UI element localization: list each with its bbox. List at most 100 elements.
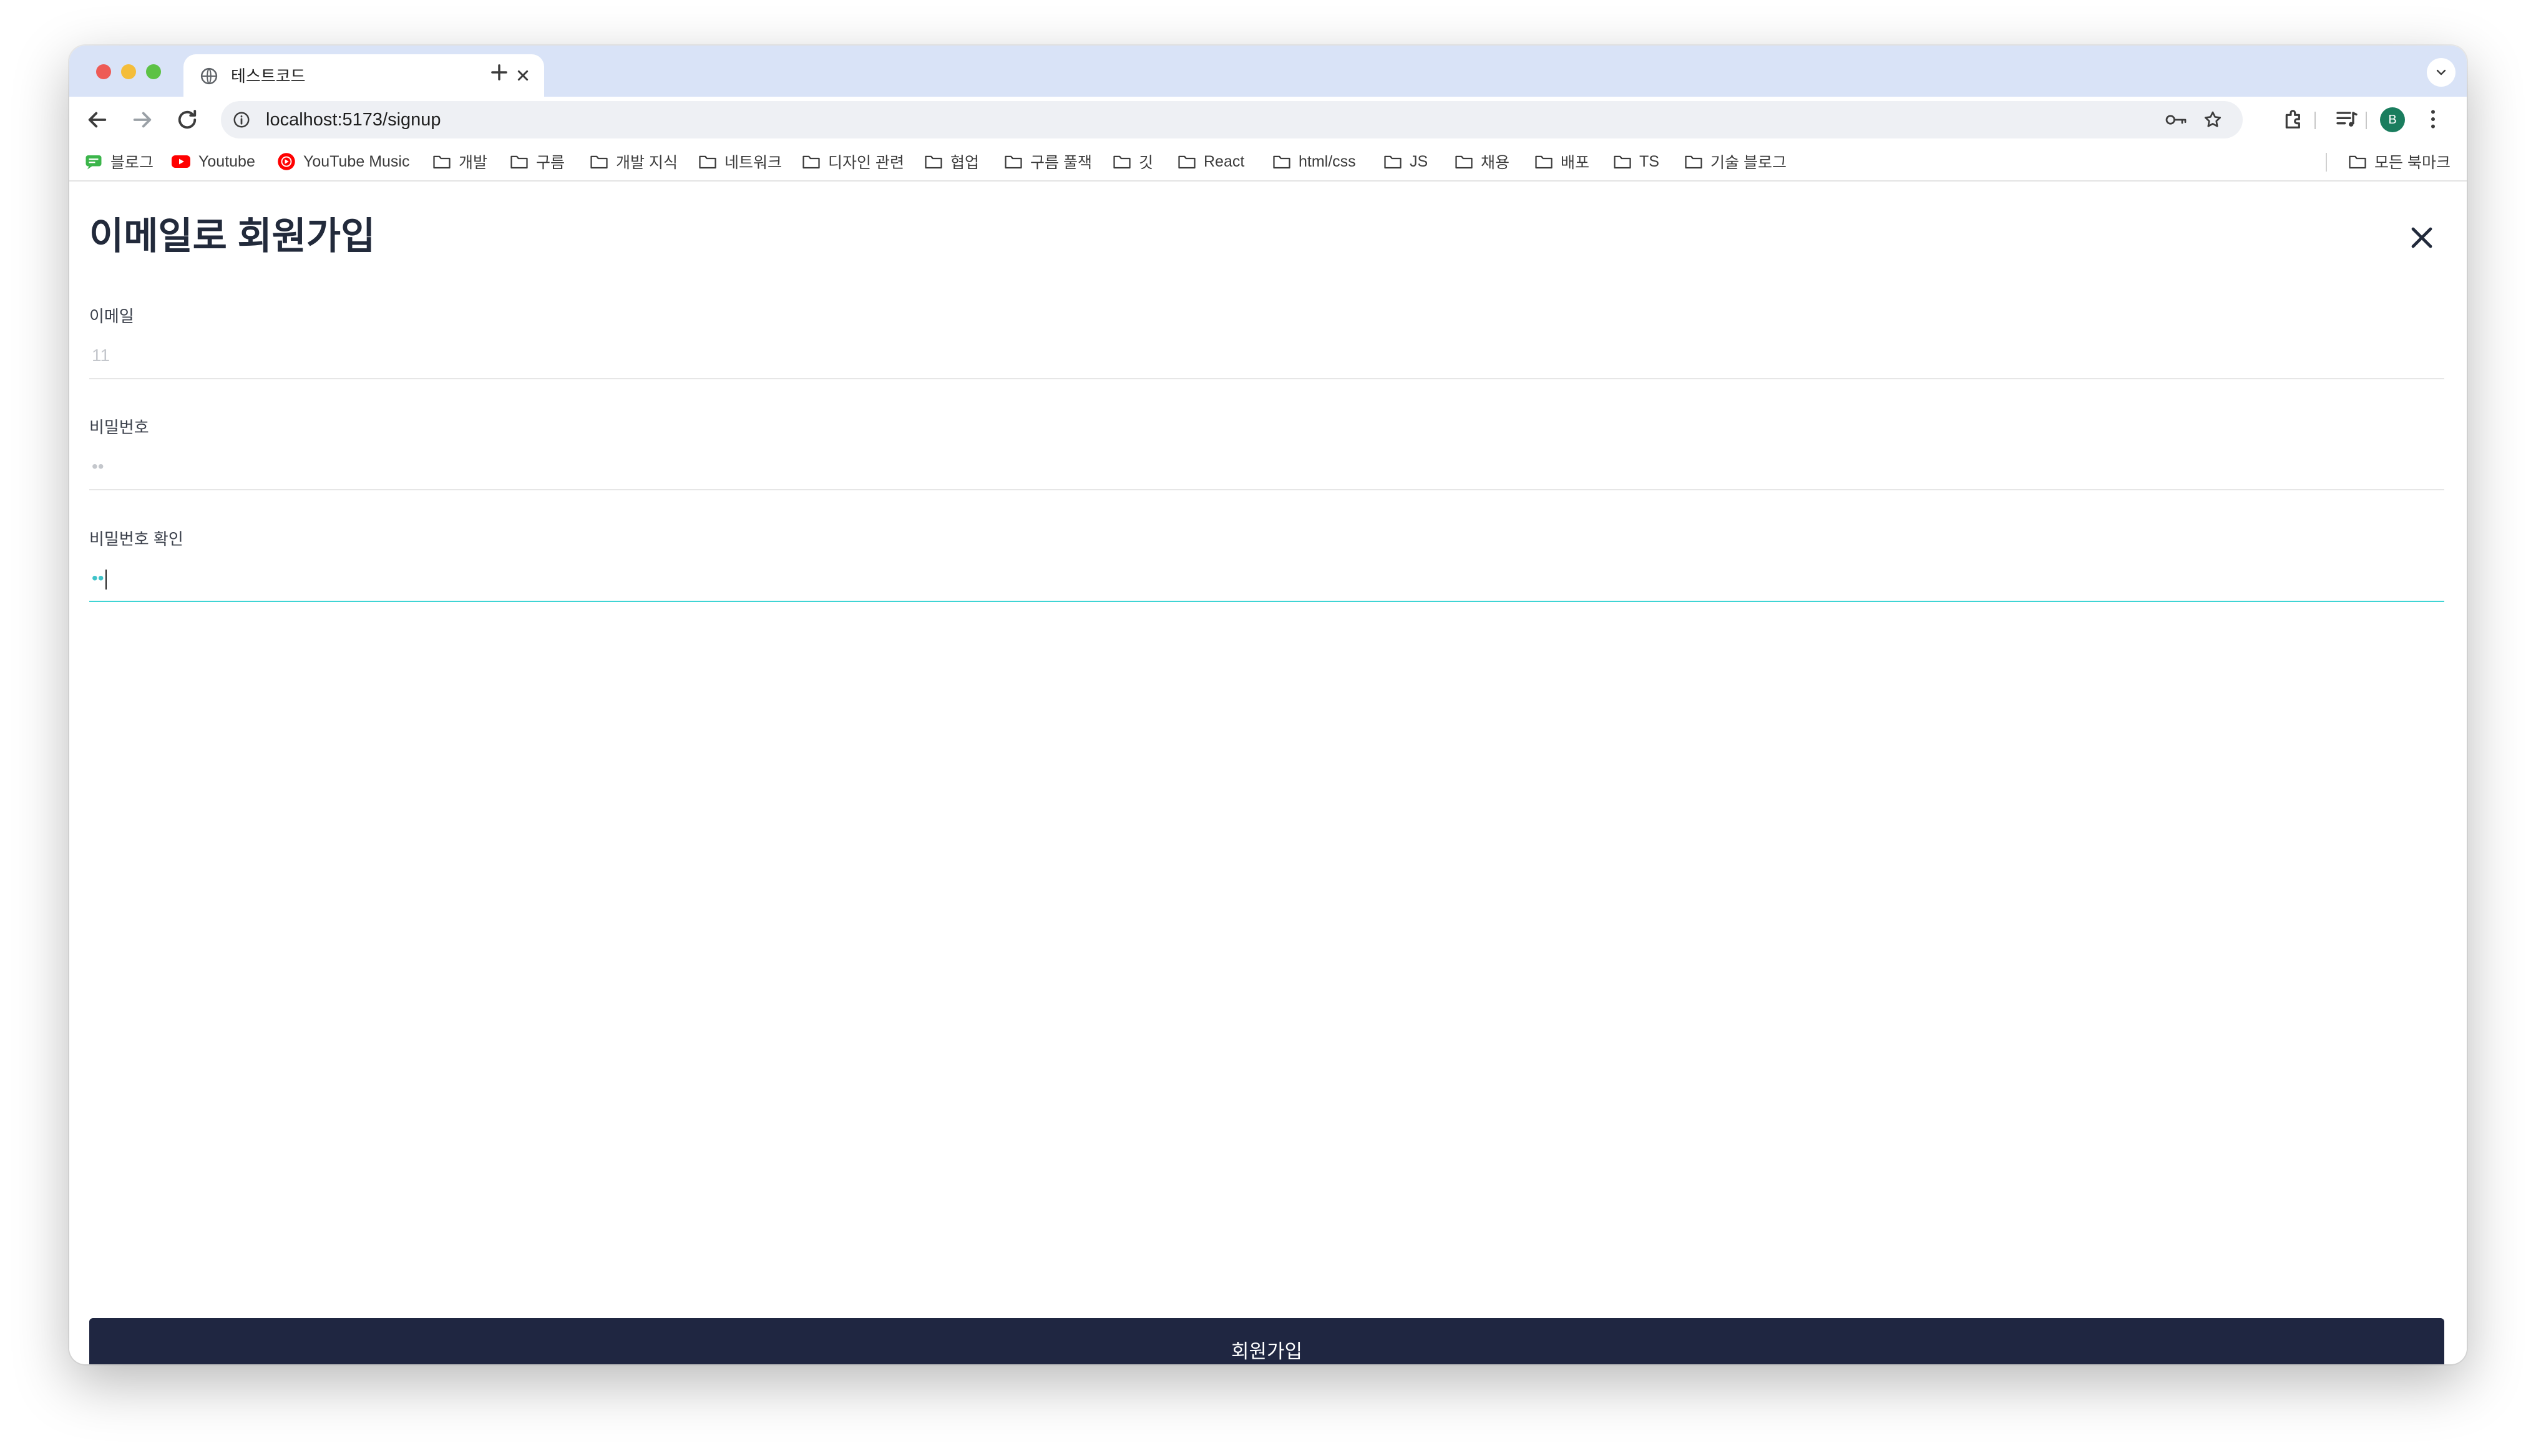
- tab-strip: 테스트코드: [69, 46, 2467, 97]
- password-confirm-value: ••: [92, 568, 104, 588]
- bookmark-folder[interactable]: JS: [1383, 152, 1428, 172]
- youtube-music-icon: [278, 153, 295, 170]
- signup-button[interactable]: 회원가입: [89, 1318, 2444, 1364]
- signup-page: 이메일로 회원가입 이메일 11 비밀번호 •• 비밀번호 확인 •• 회원가입: [69, 182, 2467, 1364]
- folder-icon: [1384, 155, 1402, 169]
- bookmark-item[interactable]: Youtube: [171, 152, 255, 172]
- close-icon[interactable]: [2407, 223, 2437, 253]
- bookmark-label: 협업: [950, 154, 980, 172]
- password-input[interactable]: ••: [92, 456, 104, 477]
- toolbar-divider: [2314, 112, 2316, 129]
- close-window-button[interactable]: [96, 64, 111, 79]
- folder-icon: [925, 155, 942, 169]
- all-bookmarks-label: 모든 북마크: [2374, 154, 2451, 172]
- url-text: localhost:5173/signup: [266, 110, 441, 130]
- browser-toolbar: localhost:5173/signup B: [69, 97, 2467, 143]
- bookmark-label: TS: [1639, 152, 1659, 170]
- password-label: 비밀번호: [89, 418, 149, 437]
- folder-icon: [802, 155, 820, 169]
- bookmark-label: Youtube: [198, 152, 255, 170]
- password-confirm-input[interactable]: ••: [92, 568, 107, 590]
- bookmark-folder[interactable]: 배포: [1534, 152, 1589, 172]
- tab-search-button[interactable]: [2427, 58, 2456, 87]
- back-arrow-icon[interactable]: [84, 107, 110, 133]
- bookmark-folder[interactable]: 기술 블로그: [1684, 152, 1787, 172]
- all-bookmarks-folder[interactable]: 모든 북마크: [2348, 152, 2451, 172]
- new-tab-icon[interactable]: [487, 61, 511, 84]
- bookmark-label: 디자인 관련: [828, 154, 904, 172]
- bookmark-folder[interactable]: 디자인 관련: [802, 152, 904, 172]
- folder-icon: [1535, 155, 1553, 169]
- media-controls-icon[interactable]: [2334, 107, 2359, 132]
- bookmark-label: 개발: [459, 154, 488, 172]
- folder-icon: [1178, 155, 1196, 169]
- bookmark-folder[interactable]: 네트워크: [698, 152, 782, 172]
- maximize-window-button[interactable]: [146, 64, 161, 79]
- folder-icon: [1005, 155, 1022, 169]
- youtube-icon: [172, 155, 190, 168]
- forward-arrow-icon[interactable]: [129, 107, 155, 133]
- email-underline: [89, 378, 2444, 379]
- bookmark-folder[interactable]: html/css: [1272, 152, 1356, 172]
- bookmark-folder[interactable]: 구름 풀잭: [1004, 152, 1092, 172]
- bookmark-folder[interactable]: 개발: [432, 152, 487, 172]
- profile-avatar[interactable]: B: [2380, 107, 2405, 132]
- bookmark-item[interactable]: 블로그: [84, 152, 154, 172]
- bookmark-label: 블로그: [110, 154, 154, 172]
- password-field: 비밀번호 ••: [89, 417, 2444, 503]
- folder-icon: [433, 155, 451, 169]
- folder-icon: [699, 155, 716, 169]
- bookmark-label: YouTube Music: [303, 152, 410, 170]
- bookmark-folder[interactable]: 협업: [924, 152, 979, 172]
- email-input[interactable]: 11: [92, 345, 110, 366]
- browser-window: 테스트코드 localhost:5173/signup B 블로그 Youtub…: [69, 46, 2467, 1364]
- bookmark-star-icon[interactable]: [2203, 110, 2223, 130]
- bookmark-folder[interactable]: 깃: [1113, 152, 1153, 172]
- bookmark-label: 채용: [1481, 154, 1510, 172]
- bookmarks-bar: 블로그 Youtube YouTube Music 개발 구름 개발 지식 네트…: [69, 143, 2467, 182]
- reload-icon[interactable]: [174, 107, 200, 133]
- toolbar-divider: [2366, 112, 2367, 129]
- close-tab-icon[interactable]: [513, 66, 533, 85]
- bookmark-folder[interactable]: React: [1178, 152, 1244, 172]
- bookmark-folder[interactable]: 채용: [1455, 152, 1509, 172]
- bookmark-label: 개발 지식: [616, 154, 678, 172]
- minimize-window-button[interactable]: [121, 64, 136, 79]
- bookmark-label: 구름: [536, 154, 565, 172]
- folder-icon: [1273, 155, 1290, 169]
- folder-icon: [1113, 155, 1131, 169]
- chevron-down-icon: [2436, 69, 2446, 75]
- more-menu-icon[interactable]: [2421, 107, 2446, 132]
- folder-icon: [510, 155, 528, 169]
- address-bar[interactable]: localhost:5173/signup: [221, 101, 2243, 138]
- email-label: 이메일: [89, 307, 134, 326]
- bookmark-folder[interactable]: 구름: [510, 152, 565, 172]
- globe-icon: [200, 67, 218, 85]
- folder-icon: [1455, 155, 1473, 169]
- bookmarks-divider: [2326, 153, 2327, 172]
- password-confirm-field: 비밀번호 확인 ••: [89, 529, 2444, 615]
- bookmark-label: 배포: [1561, 154, 1590, 172]
- password-confirm-label: 비밀번호 확인: [89, 530, 183, 548]
- bookmark-folder[interactable]: TS: [1613, 152, 1659, 172]
- bookmark-folder[interactable]: 개발 지식: [590, 152, 678, 172]
- site-info-icon[interactable]: [232, 110, 251, 129]
- password-key-icon[interactable]: [2164, 110, 2188, 129]
- extensions-puzzle-icon[interactable]: [2281, 107, 2306, 132]
- password-confirm-underline: [89, 601, 2444, 602]
- bookmark-label: html/css: [1299, 152, 1356, 170]
- bookmark-item[interactable]: YouTube Music: [277, 152, 409, 172]
- bookmark-label: 깃: [1139, 154, 1154, 172]
- bookmark-label: 기술 블로그: [1710, 154, 1787, 172]
- page-title: 이메일로 회원가입: [89, 215, 376, 257]
- folder-icon: [590, 155, 608, 169]
- folder-icon: [1614, 155, 1631, 169]
- email-field: 이메일 11: [89, 306, 2444, 392]
- bookmark-label: 구름 풀잭: [1030, 154, 1092, 172]
- bookmark-label: 네트워크: [724, 154, 783, 172]
- bookmark-label: JS: [1410, 152, 1428, 170]
- password-underline: [89, 489, 2444, 490]
- folder-icon: [2349, 155, 2366, 169]
- green-chat-icon: [85, 155, 102, 170]
- folder-icon: [1685, 155, 1702, 169]
